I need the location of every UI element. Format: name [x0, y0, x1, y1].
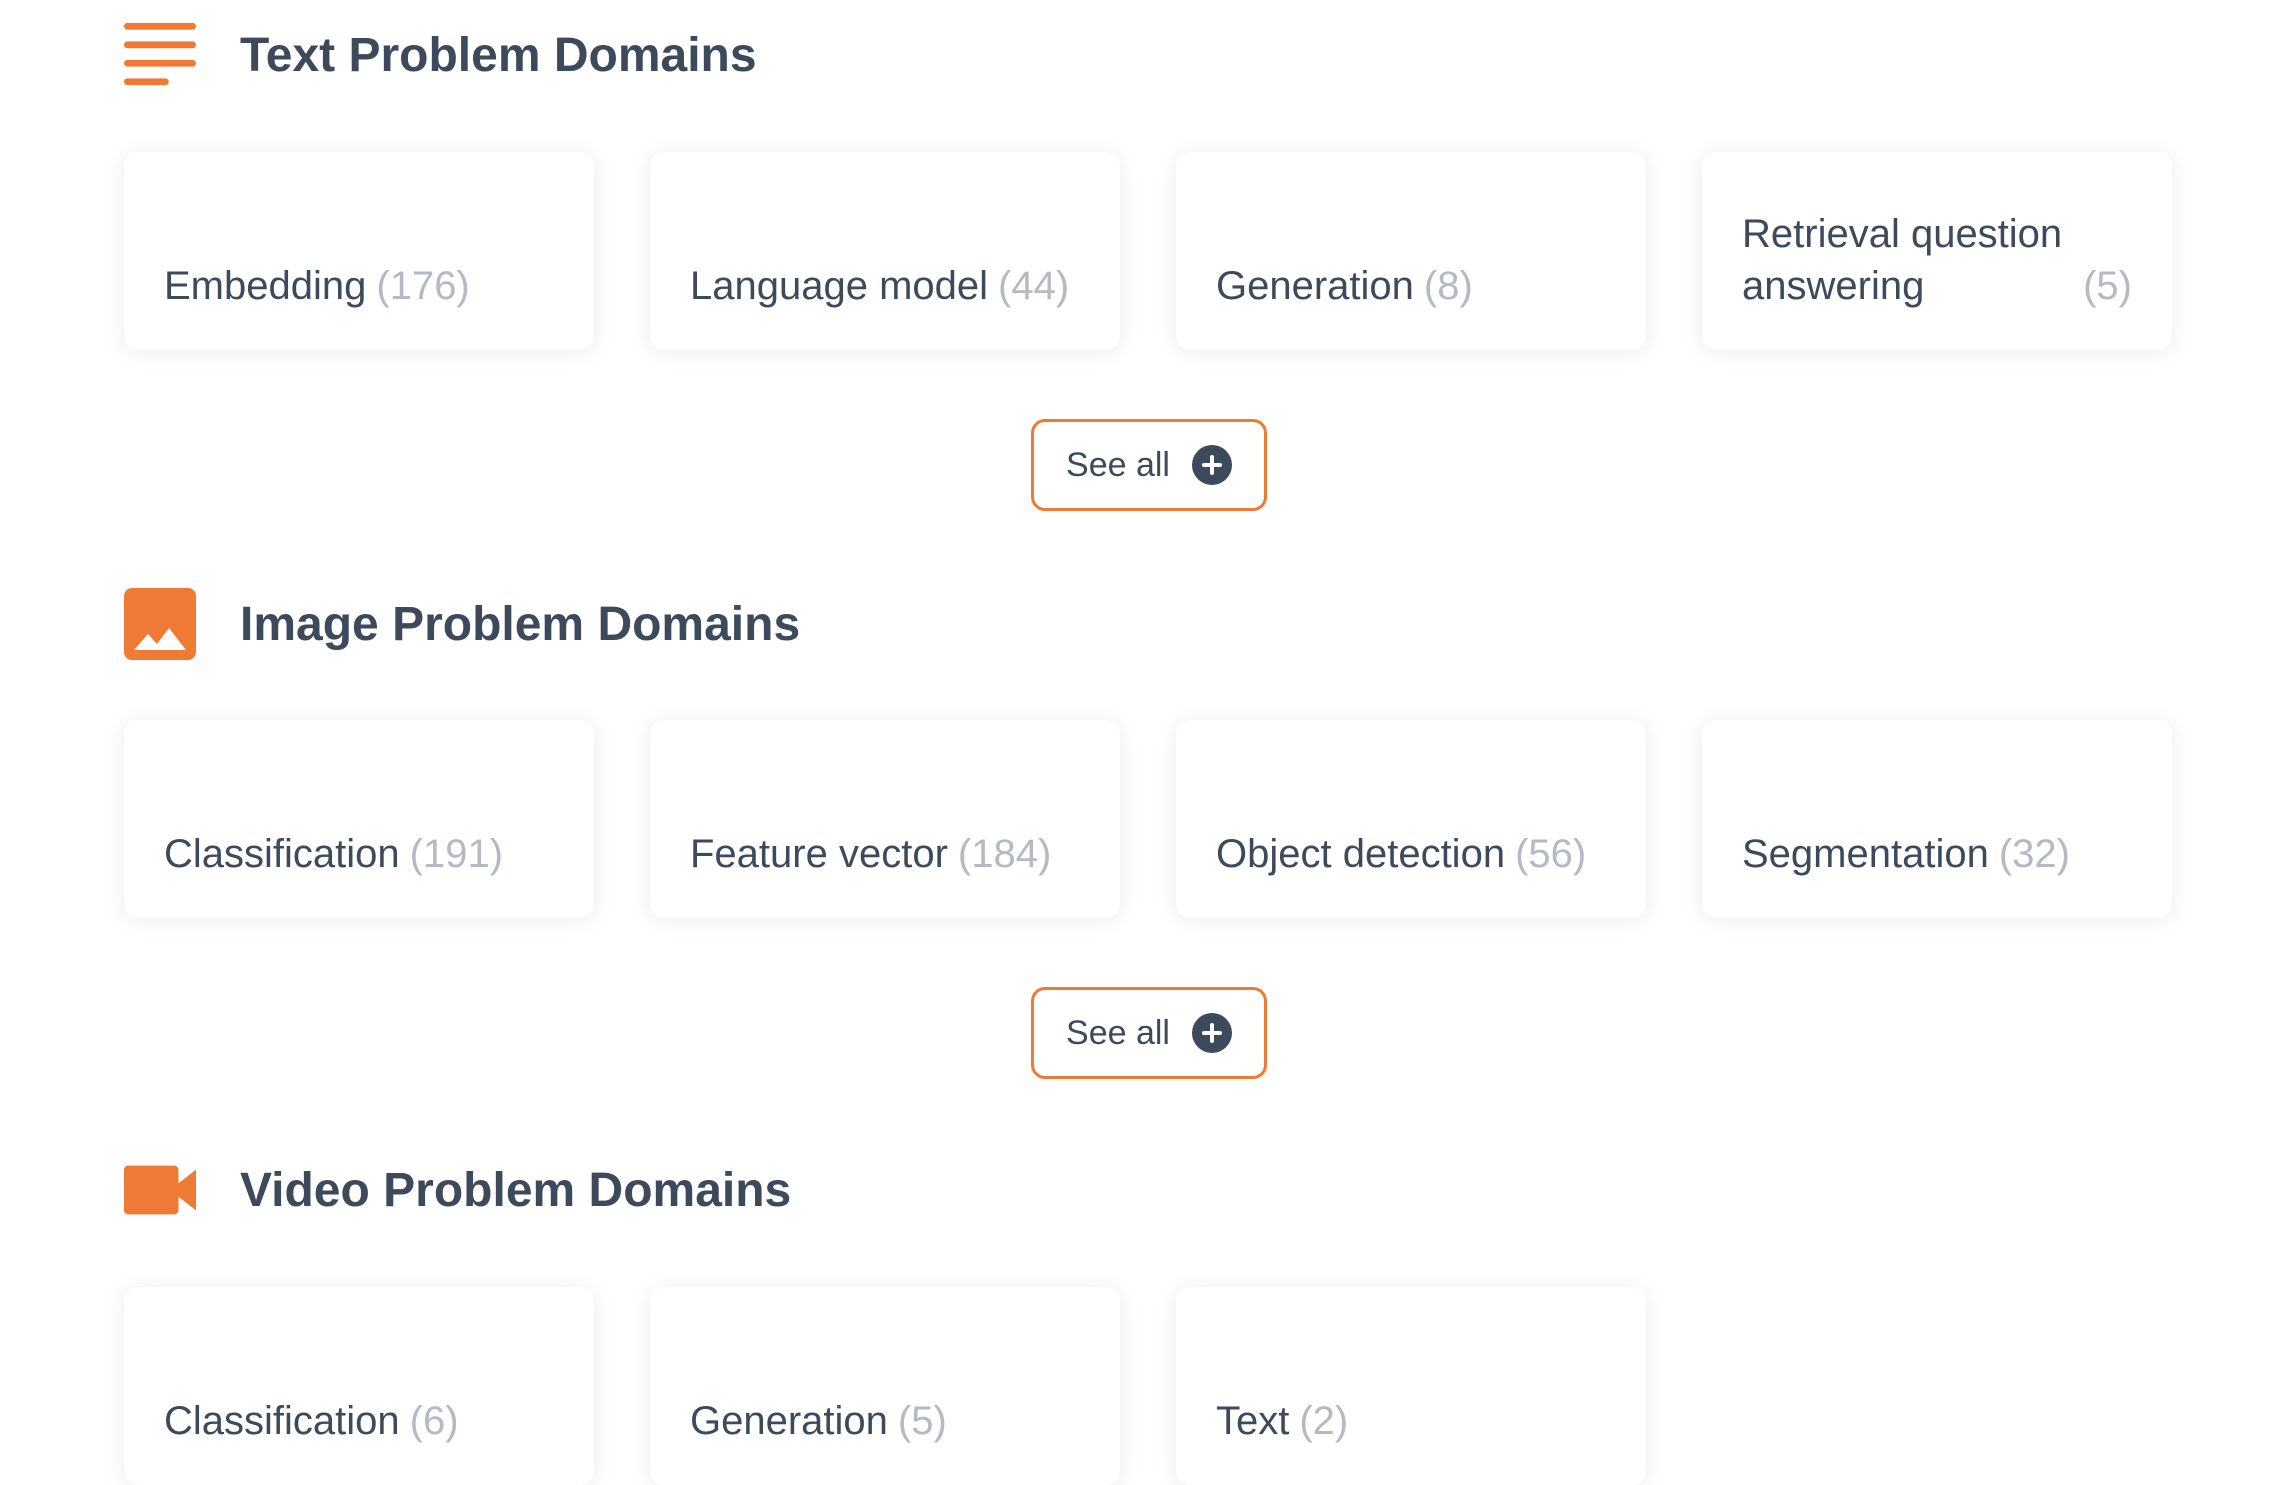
card-label: Classification — [164, 1399, 400, 1443]
see-all-label: See all — [1066, 445, 1170, 484]
card-count: (191) — [409, 832, 504, 876]
video-camera-icon — [124, 1154, 196, 1226]
domain-card-classification[interactable]: Classification (6) — [124, 1287, 594, 1485]
card-count: (8) — [1423, 264, 1473, 308]
see-all-label: See all — [1066, 1013, 1170, 1052]
card-count: (6) — [409, 1399, 459, 1443]
card-label: Text — [1216, 1399, 1290, 1443]
card-label: Language model — [690, 264, 989, 308]
card-label: Object detection — [1216, 832, 1506, 876]
domain-card-segmentation[interactable]: Segmentation (32) — [1702, 720, 2172, 918]
see-all-image-button[interactable]: See all — [1031, 987, 1267, 1079]
domain-card-generation[interactable]: Generation (8) — [1176, 152, 1646, 350]
video-domain-cards: Classification (6) Generation (5) Text (… — [124, 1287, 1646, 1485]
plus-circle-icon — [1191, 445, 1232, 485]
section-title: Text Problem Domains — [240, 28, 757, 82]
section-title: Image Problem Domains — [240, 597, 801, 651]
card-count: (5) — [2083, 264, 2132, 308]
text-domain-cards: Embedding (176) Language model (44) Gene… — [124, 152, 2172, 350]
image-domain-cards: Classification (191) Feature vector (184… — [124, 720, 2172, 918]
section-title: Video Problem Domains — [240, 1163, 792, 1217]
domain-card-classification[interactable]: Classification (191) — [124, 720, 594, 918]
card-count: (184) — [957, 832, 1052, 876]
domain-card-embedding[interactable]: Embedding (176) — [124, 152, 594, 350]
domain-card-feature-vector[interactable]: Feature vector (184) — [650, 720, 1120, 918]
card-label: Segmentation — [1742, 832, 1989, 876]
text-lines-icon — [124, 19, 196, 91]
domain-card-object-detection[interactable]: Object detection (56) — [1176, 720, 1646, 918]
card-label: Classification — [164, 832, 400, 876]
domain-card-generation[interactable]: Generation (5) — [650, 1287, 1120, 1485]
card-count: (5) — [897, 1399, 947, 1443]
card-label: Feature vector — [690, 832, 948, 876]
see-all-text-button[interactable]: See all — [1031, 419, 1267, 511]
card-label: Retrieval question answering — [1742, 212, 2063, 308]
card-count: (44) — [998, 264, 1070, 308]
card-count: (32) — [1998, 832, 2070, 876]
card-label: Generation — [1216, 264, 1414, 308]
text-section-header: Text Problem Domains — [124, 19, 757, 91]
domain-card-language-model[interactable]: Language model (44) — [650, 152, 1120, 350]
domain-card-text[interactable]: Text (2) — [1176, 1287, 1646, 1485]
plus-circle-icon — [1191, 1013, 1232, 1053]
image-icon — [124, 588, 196, 660]
card-count: (2) — [1299, 1399, 1349, 1443]
video-section-header: Video Problem Domains — [124, 1154, 791, 1226]
card-count: (56) — [1515, 832, 1587, 876]
card-label: Embedding — [164, 264, 367, 308]
card-count: (176) — [376, 264, 470, 308]
domain-card-retrieval-question-answering[interactable]: Retrieval question answering (5) — [1702, 152, 2172, 350]
image-section-header: Image Problem Domains — [124, 588, 800, 660]
card-label: Generation — [690, 1399, 888, 1443]
